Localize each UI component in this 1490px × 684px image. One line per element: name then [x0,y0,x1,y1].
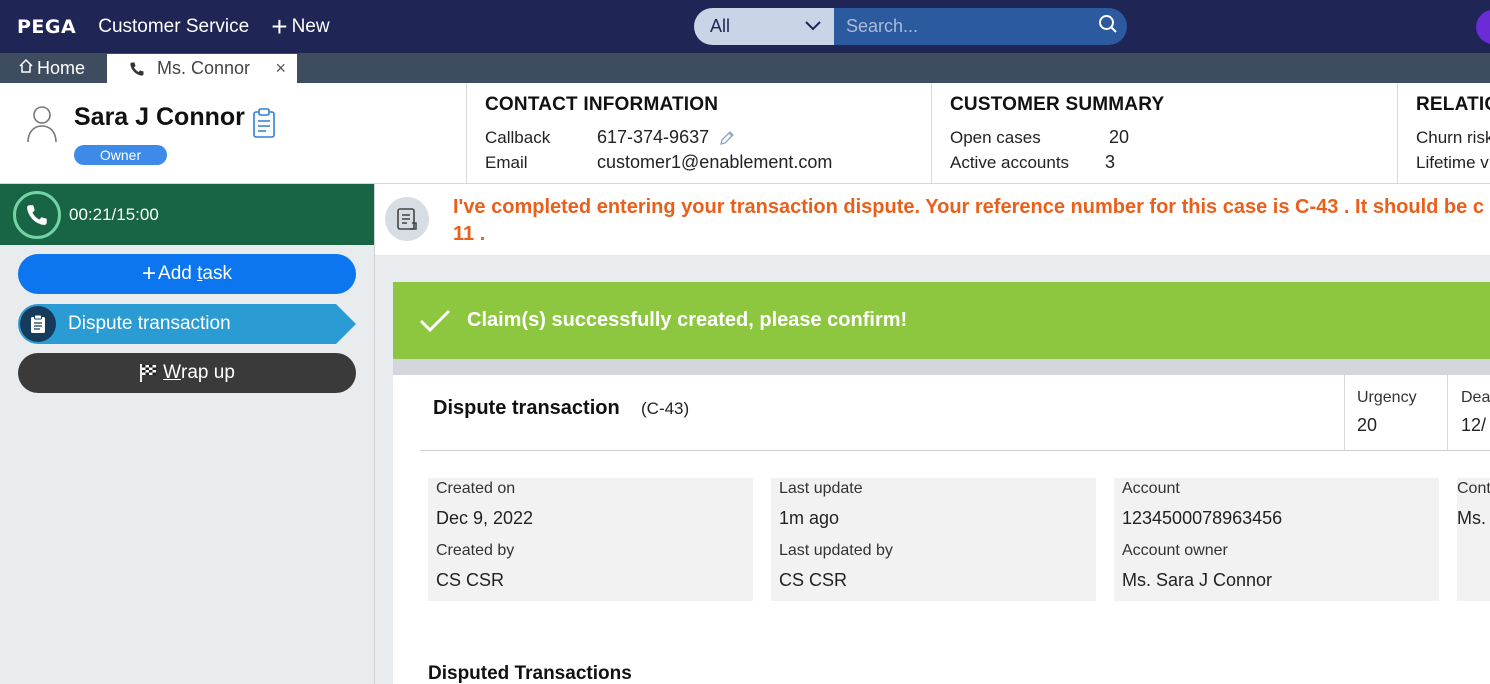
last-update-label: Last update [779,480,863,497]
success-banner: Claim(s) successfully created, please co… [393,282,1490,359]
plus-icon: + [271,10,288,42]
search-bar: All [694,8,1127,45]
call-timer: 00:21/15:00 [69,204,159,224]
script-icon [385,197,429,241]
contact-value: Ms. [1457,508,1486,528]
wrap-up-button[interactable]: Wrap up [18,353,356,393]
search-scope-select[interactable]: All [694,8,834,45]
last-update-value: 1m ago [779,508,840,528]
contact-fields: Cont Ms. [1457,478,1490,601]
tab-bar: Home Ms. Connor × [0,53,1490,83]
wrap-up-label-suffix: rap up [181,362,235,383]
checkered-flag-icon [139,363,157,383]
call-button[interactable] [13,190,61,239]
tab-home-label: Home [37,57,86,78]
add-task-label-prefix: Add [158,263,198,284]
created-fields: Created on Dec 9, 2022 Created by CS CSR [428,478,753,601]
lifetime-value-label: Lifetime v [1416,152,1489,172]
search-icon [1098,14,1118,39]
search-input[interactable] [833,8,1090,45]
add-task-label-suffix: ask [202,263,232,284]
add-task-button[interactable]: + Add t ask [18,254,356,294]
email-value: customer1@enablement.com [597,152,833,172]
contact-information-panel: CONTACT INFORMATION Callback 617-374-963… [466,83,931,183]
interaction-sidebar: 00:21/15:00 + Add t ask Dispute transacti… [0,184,375,684]
clipboard-icon [20,306,56,342]
created-by-value: CS CSR [436,570,505,590]
deadline-label: Dea [1461,389,1490,406]
clipboard-icon[interactable] [253,108,275,143]
app-name[interactable]: Customer Service [98,16,249,38]
main-content: I've completed entering your transaction… [375,184,1490,684]
churn-risk-label: Churn risk [1416,127,1490,147]
customer-summary-panel: CUSTOMER SUMMARY Open cases 20 Active ac… [931,83,1397,183]
agent-script-text: I've completed entering your transaction… [453,194,1490,248]
last-updated-by-value: CS CSR [779,570,848,590]
deadline-value: 12/ [1461,415,1487,435]
last-updated-by-label: Last updated by [779,542,893,559]
open-cases-value: 20 [1109,127,1130,147]
pencil-icon[interactable] [719,130,735,146]
home-icon [18,58,34,79]
new-button-label: New [291,15,330,37]
task-dispute-transaction[interactable]: Dispute transaction [18,304,356,344]
checkmark-icon [419,308,451,334]
account-owner-label: Account owner [1122,542,1228,559]
tab-ms-connor[interactable]: Ms. Connor × [107,54,297,83]
urgency-value: 20 [1357,415,1378,435]
customer-header: Sara J Connor Owner CONTACT INFORMATION … [0,83,1490,184]
agent-script-bar: I've completed entering your transaction… [375,184,1490,255]
person-icon [26,105,58,148]
top-bar: PEGA Customer Service + New All [0,0,1490,53]
user-avatar[interactable] [1476,10,1490,44]
tab-ms-connor-label: Ms. Connor [157,58,251,78]
case-id: (C-43) [641,399,690,418]
callback-value: 617-374-9637 [597,127,710,147]
call-timer-bar: 00:21/15:00 [0,184,374,245]
account-owner-value: Ms. Sara J Connor [1122,570,1273,590]
success-message: Claim(s) successfully created, please co… [467,309,908,331]
owner-badge: Owner [74,145,167,165]
agent-script-line-2: 11 . [453,223,486,245]
customer-name: Sara J Connor [74,103,245,131]
case-title: Dispute transaction [433,397,620,419]
wrap-up-label-hotkey: W [163,362,182,383]
tab-home[interactable]: Home [18,53,85,83]
active-accounts-value: 3 [1105,152,1116,172]
open-cases-label: Open cases [950,127,1041,147]
chevron-down-icon [804,16,822,37]
pega-logo[interactable]: PEGA [17,16,76,38]
agent-script-line-1: I've completed entering your transaction… [453,196,1484,218]
email-label: Email [485,152,528,172]
relationship-panel: RELATIO Churn risk Lifetime v [1397,83,1490,183]
new-button[interactable]: + New [271,10,330,42]
contact-label: Cont [1457,480,1490,497]
active-accounts-label: Active accounts [950,152,1070,172]
account-value: 1234500078963456 [1122,508,1283,528]
account-label: Account [1122,480,1180,497]
search-button[interactable] [1089,8,1127,45]
created-on-value: Dec 9, 2022 [436,508,534,528]
created-by-label: Created by [436,542,515,559]
plus-icon: + [142,260,157,287]
phone-icon [25,203,49,227]
disputed-transactions-title: Disputed Transactions [428,663,632,684]
account-fields: Account 1234500078963456 Account owner M… [1114,478,1439,601]
customer-summary-title: CUSTOMER SUMMARY [950,94,1165,115]
urgency-label: Urgency [1357,389,1417,406]
created-on-label: Created on [436,480,516,497]
search-scope-value: All [710,16,731,36]
close-tab-icon[interactable]: × [275,58,286,79]
case-card: Dispute transaction (C-43) Urgency 20 De… [393,375,1490,684]
phone-icon [129,61,145,77]
update-fields: Last update 1m ago Last updated by CS CS… [771,478,1096,601]
task-dispute-label: Dispute transaction [68,313,231,334]
contact-information-title: CONTACT INFORMATION [485,94,719,115]
relationship-title: RELATIO [1416,94,1490,115]
callback-label: Callback [485,127,551,147]
